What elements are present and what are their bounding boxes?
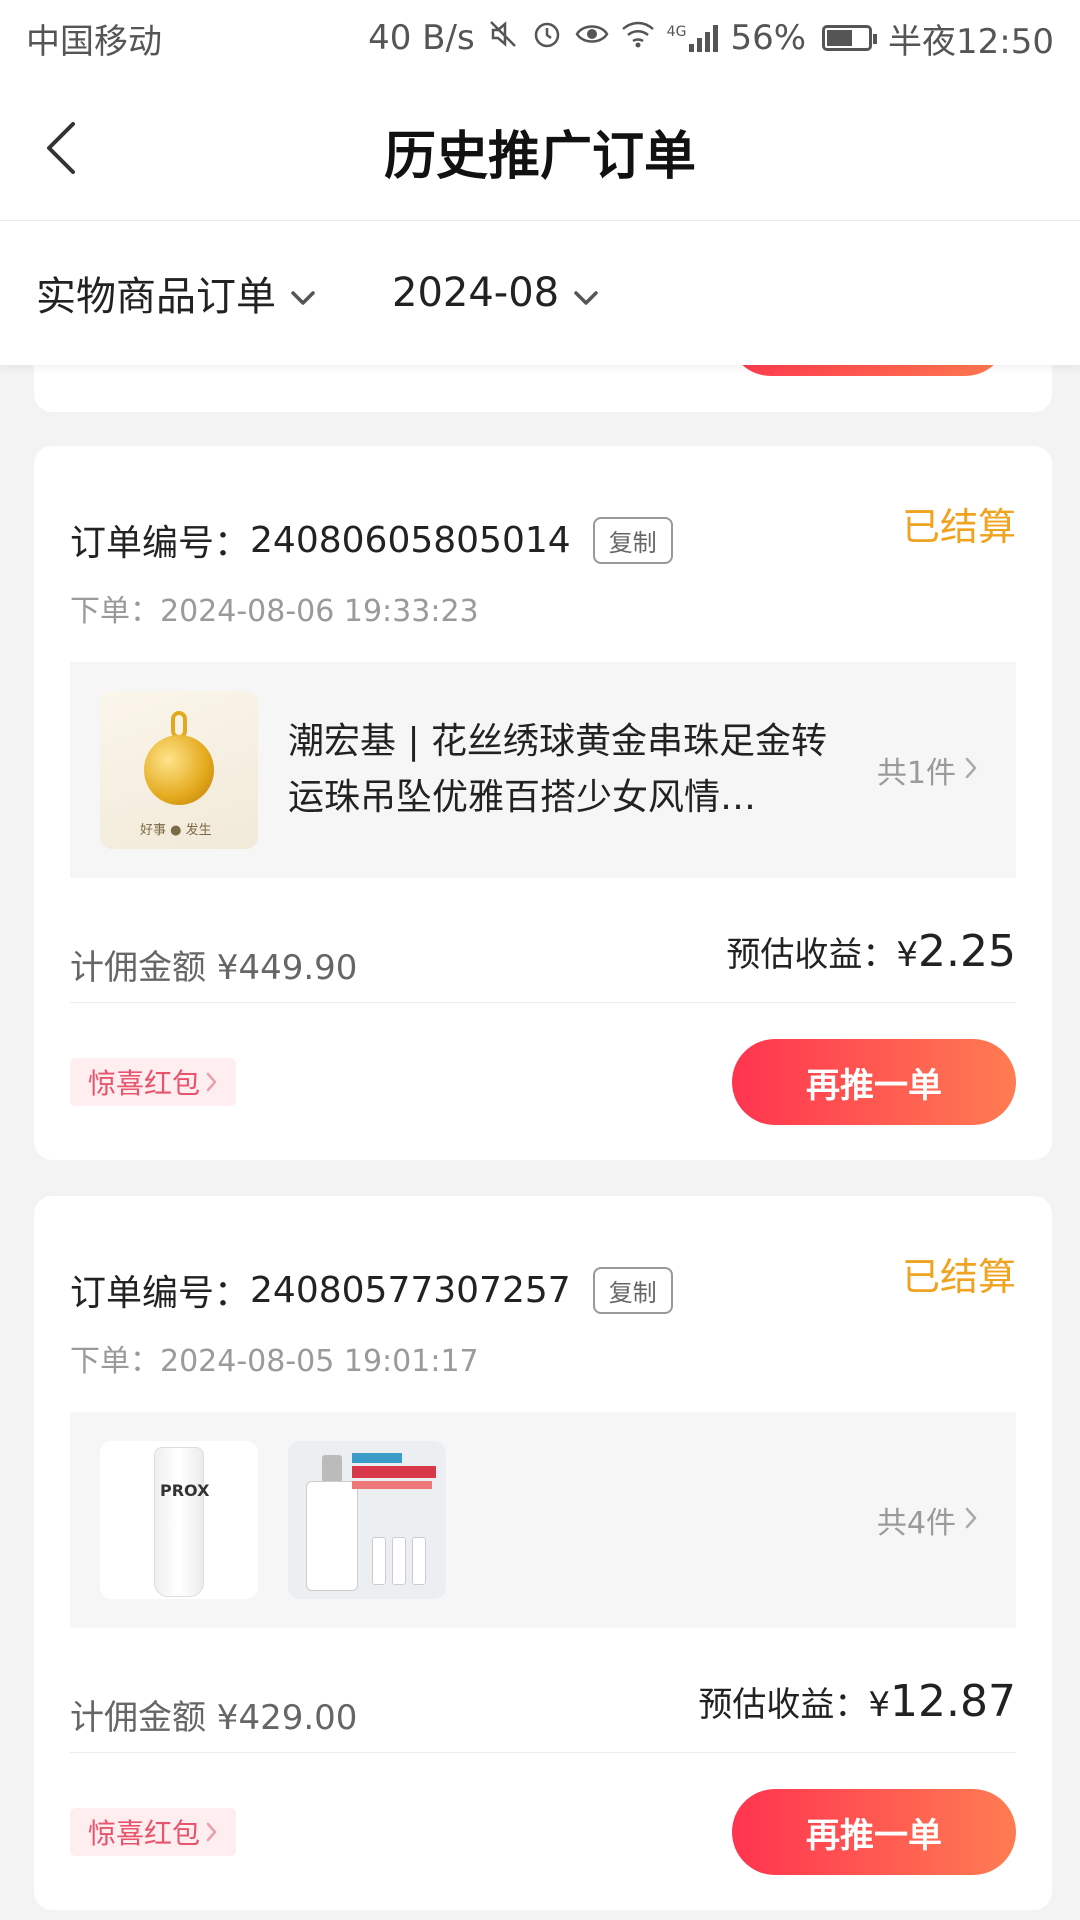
thumbnail-caption: 好事 ● 发生 xyxy=(140,823,212,838)
product-thumbnail xyxy=(288,1441,446,1599)
order-time: 下单：2024-08-06 19:33:23 xyxy=(70,594,479,629)
battery-icon xyxy=(822,25,878,51)
commission-amount: 计佣金额 ¥429.00 xyxy=(70,1698,358,1738)
signal-icon: 4G xyxy=(667,24,719,52)
goods-row[interactable]: PROX 共4件 xyxy=(70,1412,1016,1628)
navigation-header: 历史推广订单 xyxy=(0,76,1080,221)
chevron-down-icon xyxy=(573,270,599,316)
chevron-down-icon xyxy=(290,270,316,316)
surprise-redpacket-button[interactable]: 惊喜红包 xyxy=(70,1808,237,1856)
product-thumbnail: 好事 ● 发生 xyxy=(100,691,258,849)
alarm-icon xyxy=(531,18,563,58)
product-title: 潮宏基 | 花丝绣球黄金串珠足金转运珠吊坠优雅百搭少女风情… xyxy=(288,721,828,818)
order-card: 订单编号： 24080577307257 复制 已结算 下单：2024-08-0… xyxy=(34,1196,1052,1910)
chevron-right-icon xyxy=(206,1066,218,1099)
order-time: 下单：2024-08-05 19:01:17 xyxy=(70,1344,479,1379)
order-number: 订单编号： 24080605805014 复制 xyxy=(70,514,673,566)
chevron-right-icon xyxy=(964,753,978,788)
clock: 半夜12:50 xyxy=(888,21,1054,62)
surprise-redpacket-button[interactable]: 惊喜红包 xyxy=(70,1058,237,1106)
repromote-button[interactable]: 再推一单 xyxy=(732,1039,1016,1125)
goods-count-label: 共1件 xyxy=(876,756,956,791)
goods-count-label: 共4件 xyxy=(876,1506,956,1541)
product-thumbnail: PROX xyxy=(100,1441,258,1599)
order-number-value: 24080605805014 xyxy=(250,519,571,561)
order-card: 订单编号： 24080605805014 复制 已结算 下单：2024-08-0… xyxy=(34,446,1052,1160)
status-badge: 已结算 xyxy=(901,1255,1016,1299)
month-label: 2024-08 xyxy=(392,270,560,316)
income-currency: ¥ xyxy=(896,935,919,975)
order-number-value: 24080577307257 xyxy=(250,1269,571,1311)
income-value: 2.25 xyxy=(918,926,1016,977)
status-bar: 中国移动 40 B/s 4G 56% 半夜12:50 xyxy=(0,0,1080,76)
divider xyxy=(70,1002,1016,1003)
divider xyxy=(70,1752,1016,1753)
order-number-label: 订单编号： xyxy=(70,1273,251,1314)
page-title: 历史推广订单 xyxy=(383,127,696,187)
commission-amount: 计佣金额 ¥449.90 xyxy=(70,948,358,988)
thumbnail-brand: PROX xyxy=(160,1481,210,1500)
income-label: 预估收益： xyxy=(726,935,897,975)
status-icons: 40 B/s 4G 56% 半夜12:50 xyxy=(368,14,1054,63)
chevron-right-icon xyxy=(964,1503,978,1538)
goods-count[interactable]: 共4件 xyxy=(877,1498,978,1542)
eye-icon xyxy=(575,18,609,58)
order-type-label: 实物商品订单 xyxy=(36,274,276,320)
month-filter[interactable]: 2024-08 xyxy=(392,270,599,316)
income-label: 预估收益： xyxy=(698,1685,869,1725)
copy-button[interactable]: 复制 xyxy=(592,516,673,564)
goods-row[interactable]: 好事 ● 发生 潮宏基 | 花丝绣球黄金串珠足金转运珠吊坠优雅百搭少女风情… 共… xyxy=(70,662,1016,878)
income-currency: ¥ xyxy=(868,1685,891,1725)
filter-bar: 实物商品订单 2024-08 xyxy=(0,221,1080,365)
mute-icon xyxy=(487,18,519,58)
order-type-filter[interactable]: 实物商品订单 xyxy=(36,264,316,322)
redpacket-label: 惊喜红包 xyxy=(88,1817,201,1850)
estimated-income: 预估收益： ¥ 2.25 xyxy=(726,926,1016,977)
status-badge: 已结算 xyxy=(901,505,1016,549)
network-speed: 40 B/s xyxy=(368,18,475,58)
network-type: 4G xyxy=(666,24,687,40)
goods-count[interactable]: 共1件 xyxy=(877,748,978,792)
wifi-icon xyxy=(621,19,655,57)
repromote-button[interactable]: 再推一单 xyxy=(732,1789,1016,1875)
chevron-right-icon xyxy=(206,1816,218,1849)
battery-percent: 56% xyxy=(730,18,807,58)
carrier-label: 中国移动 xyxy=(26,21,162,62)
estimated-income: 预估收益： ¥ 12.87 xyxy=(698,1676,1016,1727)
copy-button[interactable]: 复制 xyxy=(592,1266,673,1314)
income-value: 12.87 xyxy=(890,1676,1016,1727)
order-number: 订单编号： 24080577307257 复制 xyxy=(70,1264,673,1316)
order-number-label: 订单编号： xyxy=(70,523,251,564)
redpacket-label: 惊喜红包 xyxy=(88,1067,201,1100)
